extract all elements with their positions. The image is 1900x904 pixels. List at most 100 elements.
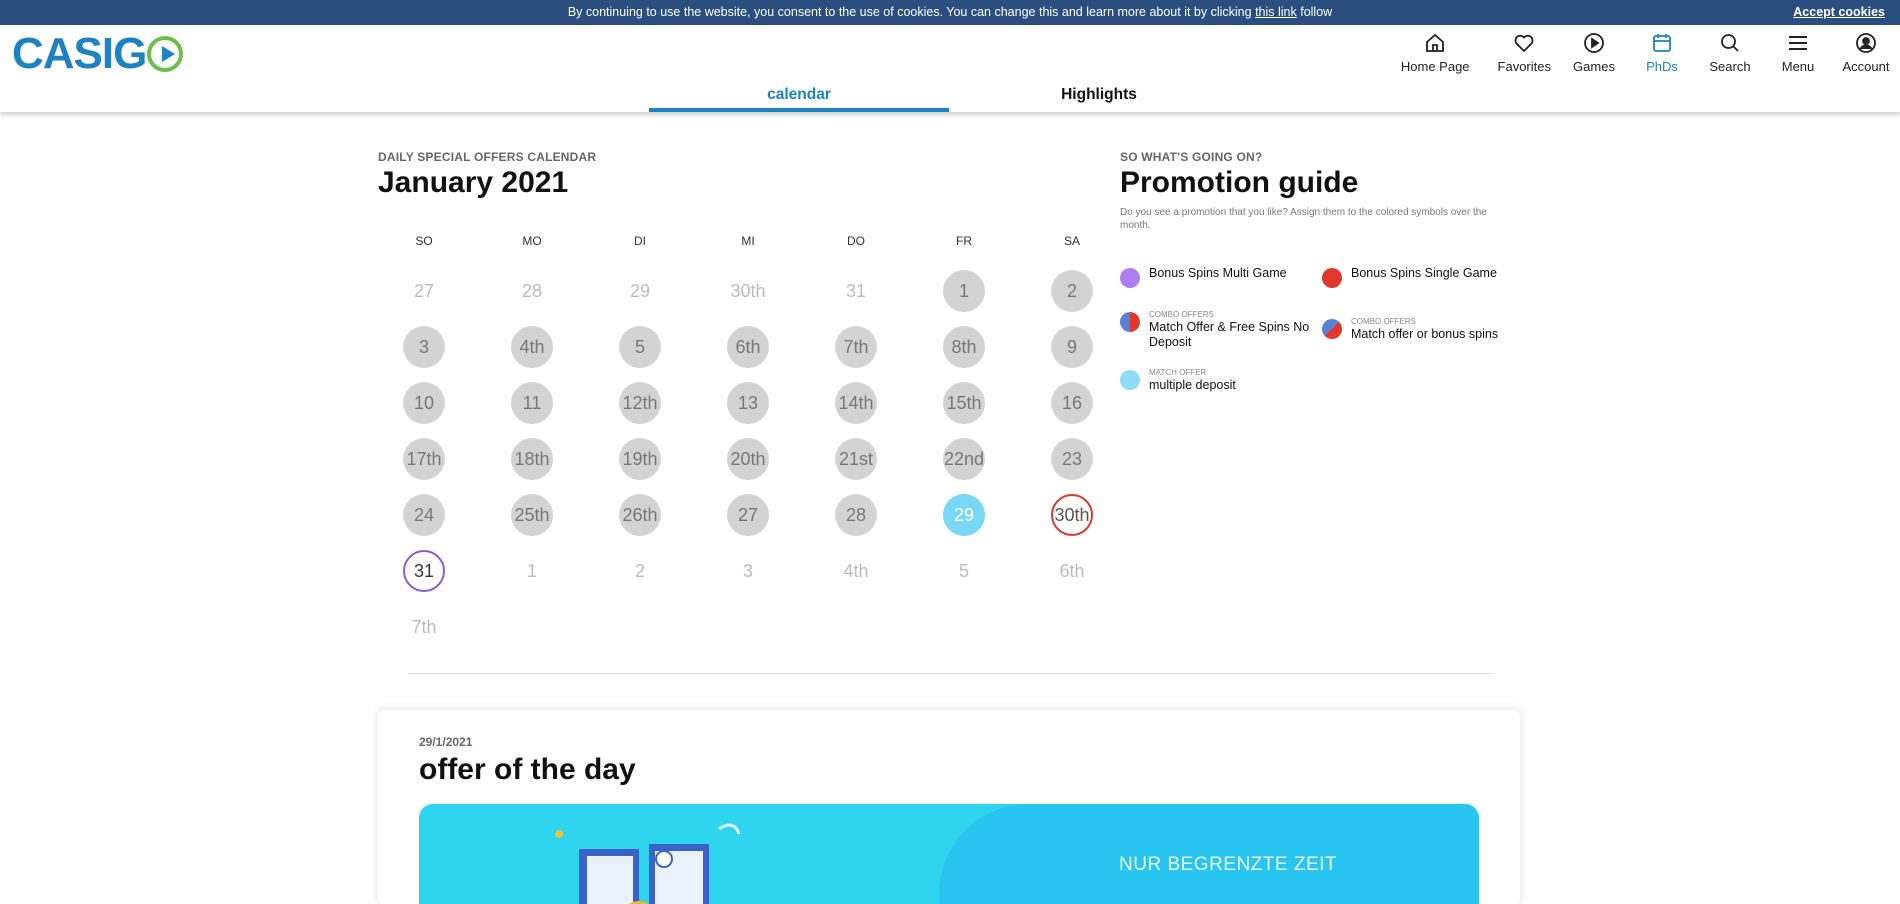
calendar-day[interactable]: 18th bbox=[511, 438, 553, 480]
calendar-day[interactable]: 23 bbox=[1051, 438, 1093, 480]
legend-label: Bonus Spins Multi Game bbox=[1149, 266, 1287, 280]
calendar-eyebrow: DAILY SPECIAL OFFERS CALENDAR bbox=[378, 150, 597, 164]
calendar-day[interactable]: 24 bbox=[403, 494, 445, 536]
tab-calendar[interactable]: calendar bbox=[649, 80, 949, 112]
legend-label: Match Offer & Free Spins No Deposit bbox=[1149, 320, 1310, 349]
nav-search[interactable]: Search bbox=[1696, 25, 1764, 80]
calendar-day[interactable]: 4th bbox=[511, 326, 553, 368]
nav-favorites-label: Favorites bbox=[1497, 59, 1551, 74]
legend-combo-match-or-bonus: COMBO OFFERS Match offer or bonus spins bbox=[1322, 317, 1522, 342]
legend-label: Bonus Spins Single Game bbox=[1351, 266, 1497, 280]
calendar-icon bbox=[1653, 34, 1671, 52]
legend-match-multiple-deposit: MATCH OFFER multiple deposit bbox=[1120, 368, 1320, 393]
calendar-day[interactable]: 13 bbox=[727, 382, 769, 424]
legend-combo-match-free-spins: COMBO OFFERS Match Offer & Free Spins No… bbox=[1120, 310, 1320, 350]
weekday-label: FR bbox=[956, 234, 972, 248]
calendar-day[interactable]: 21st bbox=[835, 438, 877, 480]
calendar-day[interactable]: 11 bbox=[511, 382, 553, 424]
cookie-policy-link[interactable]: this link bbox=[1255, 5, 1297, 19]
main-nav: Home Page Favorites Games PhDs Search Me… bbox=[1392, 25, 1900, 80]
nav-home-label: Home Page bbox=[1400, 59, 1470, 74]
nav-phds[interactable]: PhDs bbox=[1628, 25, 1696, 80]
nav-games-label: Games bbox=[1573, 59, 1615, 74]
nav-menu-label: Menu bbox=[1781, 59, 1815, 74]
legend-sub: COMBO OFFERS bbox=[1351, 317, 1416, 326]
calendar-day: 31 bbox=[845, 280, 867, 301]
calendar-day[interactable]: 25th bbox=[511, 494, 553, 536]
weekday-label: MO bbox=[522, 234, 542, 248]
legend-sub: MATCH OFFER bbox=[1149, 368, 1207, 377]
calendar-day[interactable]: 17th bbox=[403, 438, 445, 480]
nav-search-label: Search bbox=[1709, 59, 1751, 74]
accept-cookies-button[interactable]: Accept cookies bbox=[1793, 5, 1885, 19]
calendar-day: 4th bbox=[843, 560, 869, 581]
calendar-day[interactable]: 8th bbox=[943, 326, 985, 368]
calendar-day[interactable]: 19th bbox=[619, 438, 661, 480]
calendar-day: 27 bbox=[413, 280, 435, 301]
cookie-text: By continuing to use the website, you co… bbox=[567, 5, 1256, 19]
calendar-day[interactable]: 6th bbox=[727, 326, 769, 368]
menu-icon bbox=[1789, 36, 1807, 50]
play-icon bbox=[1584, 33, 1604, 53]
promotion-guide: SO WHAT'S GOING ON? Promotion guide Do y… bbox=[1120, 150, 1520, 392]
calendar-day[interactable]: 9 bbox=[1051, 326, 1093, 368]
guide-eyebrow: SO WHAT'S GOING ON? bbox=[1120, 150, 1263, 164]
user-icon bbox=[1856, 33, 1876, 53]
calendar-day[interactable]: 12th bbox=[619, 382, 661, 424]
calendar-day: 29 bbox=[629, 280, 651, 301]
calendar-day[interactable]: 10 bbox=[403, 382, 445, 424]
calendar-day: 2 bbox=[634, 560, 645, 581]
purple-dot-icon bbox=[1120, 268, 1140, 288]
legend-bonus-spins-single: Bonus Spins Single Game bbox=[1322, 266, 1522, 288]
calendar-day[interactable]: 5 bbox=[619, 326, 661, 368]
weekday-label: SA bbox=[1063, 234, 1080, 248]
legend-sub: COMBO OFFERS bbox=[1149, 310, 1214, 319]
calendar-day[interactable]: 3 bbox=[403, 326, 445, 368]
calendar-day[interactable]: 2 bbox=[1051, 270, 1093, 312]
calendar-day[interactable]: 15th bbox=[943, 382, 985, 424]
nav-favorites[interactable]: Favorites bbox=[1489, 25, 1560, 80]
cookie-text-end: follow bbox=[1296, 5, 1333, 19]
calendar-day: 1 bbox=[526, 560, 537, 581]
guide-title: Promotion guide bbox=[1120, 166, 1359, 199]
calendar-day[interactable]: 29 bbox=[943, 494, 985, 536]
calendar-day[interactable]: 27 bbox=[727, 494, 769, 536]
nav-account[interactable]: Account bbox=[1832, 25, 1900, 80]
calendar-day: 28 bbox=[521, 280, 543, 301]
banner-promo-text: NUR BEGRENZTE ZEIT bbox=[1119, 854, 1338, 875]
calendar-day: 7th bbox=[411, 616, 437, 637]
calendar-day: 6th bbox=[1059, 560, 1085, 581]
offer-date: 29/1/2021 bbox=[419, 735, 473, 749]
tab-highlights[interactable]: Highlights bbox=[949, 80, 1249, 112]
logo-text-casi: CASI bbox=[12, 29, 114, 78]
calendar-title: January 2021 bbox=[378, 166, 569, 199]
offer-title: offer of the day bbox=[419, 753, 636, 786]
calendar-day[interactable]: 28 bbox=[835, 494, 877, 536]
logo-play-icon bbox=[147, 36, 184, 72]
home-icon bbox=[1426, 33, 1445, 52]
cookie-bar: By continuing to use the website, you co… bbox=[0, 0, 1900, 25]
nav-home[interactable]: Home Page bbox=[1392, 25, 1479, 80]
guide-description: Do you see a promotion that you like? As… bbox=[1120, 207, 1487, 231]
calendar-day[interactable]: 7th bbox=[835, 326, 877, 368]
calendar-day[interactable]: 22nd bbox=[943, 438, 985, 480]
cookie-message: By continuing to use the website, you co… bbox=[0, 5, 1900, 19]
casigo-logo[interactable]: CASIG bbox=[12, 29, 184, 79]
calendar-day: 3 bbox=[742, 560, 753, 581]
search-icon bbox=[1721, 34, 1739, 52]
calendar-day: 30th bbox=[730, 280, 766, 301]
calendar-day[interactable]: 14th bbox=[835, 382, 877, 424]
offer-banner[interactable]: NUR BEGRENZTE ZEIT bbox=[419, 804, 1479, 904]
calendar-day[interactable]: 16 bbox=[1051, 382, 1093, 424]
calendar-day[interactable]: 1 bbox=[943, 270, 985, 312]
legend-label: Match offer or bonus spins bbox=[1351, 327, 1499, 341]
nav-menu[interactable]: Menu bbox=[1764, 25, 1832, 80]
heart-icon bbox=[1514, 34, 1534, 53]
banner-illustration-icon bbox=[555, 823, 741, 904]
calendar-day[interactable]: 31 bbox=[403, 550, 445, 592]
calendar-day[interactable]: 26th bbox=[619, 494, 661, 536]
calendar-day[interactable]: 20th bbox=[727, 438, 769, 480]
split-dot-icon bbox=[1120, 312, 1140, 332]
calendar-day[interactable]: 30th bbox=[1051, 494, 1093, 536]
nav-games[interactable]: Games bbox=[1560, 25, 1628, 80]
